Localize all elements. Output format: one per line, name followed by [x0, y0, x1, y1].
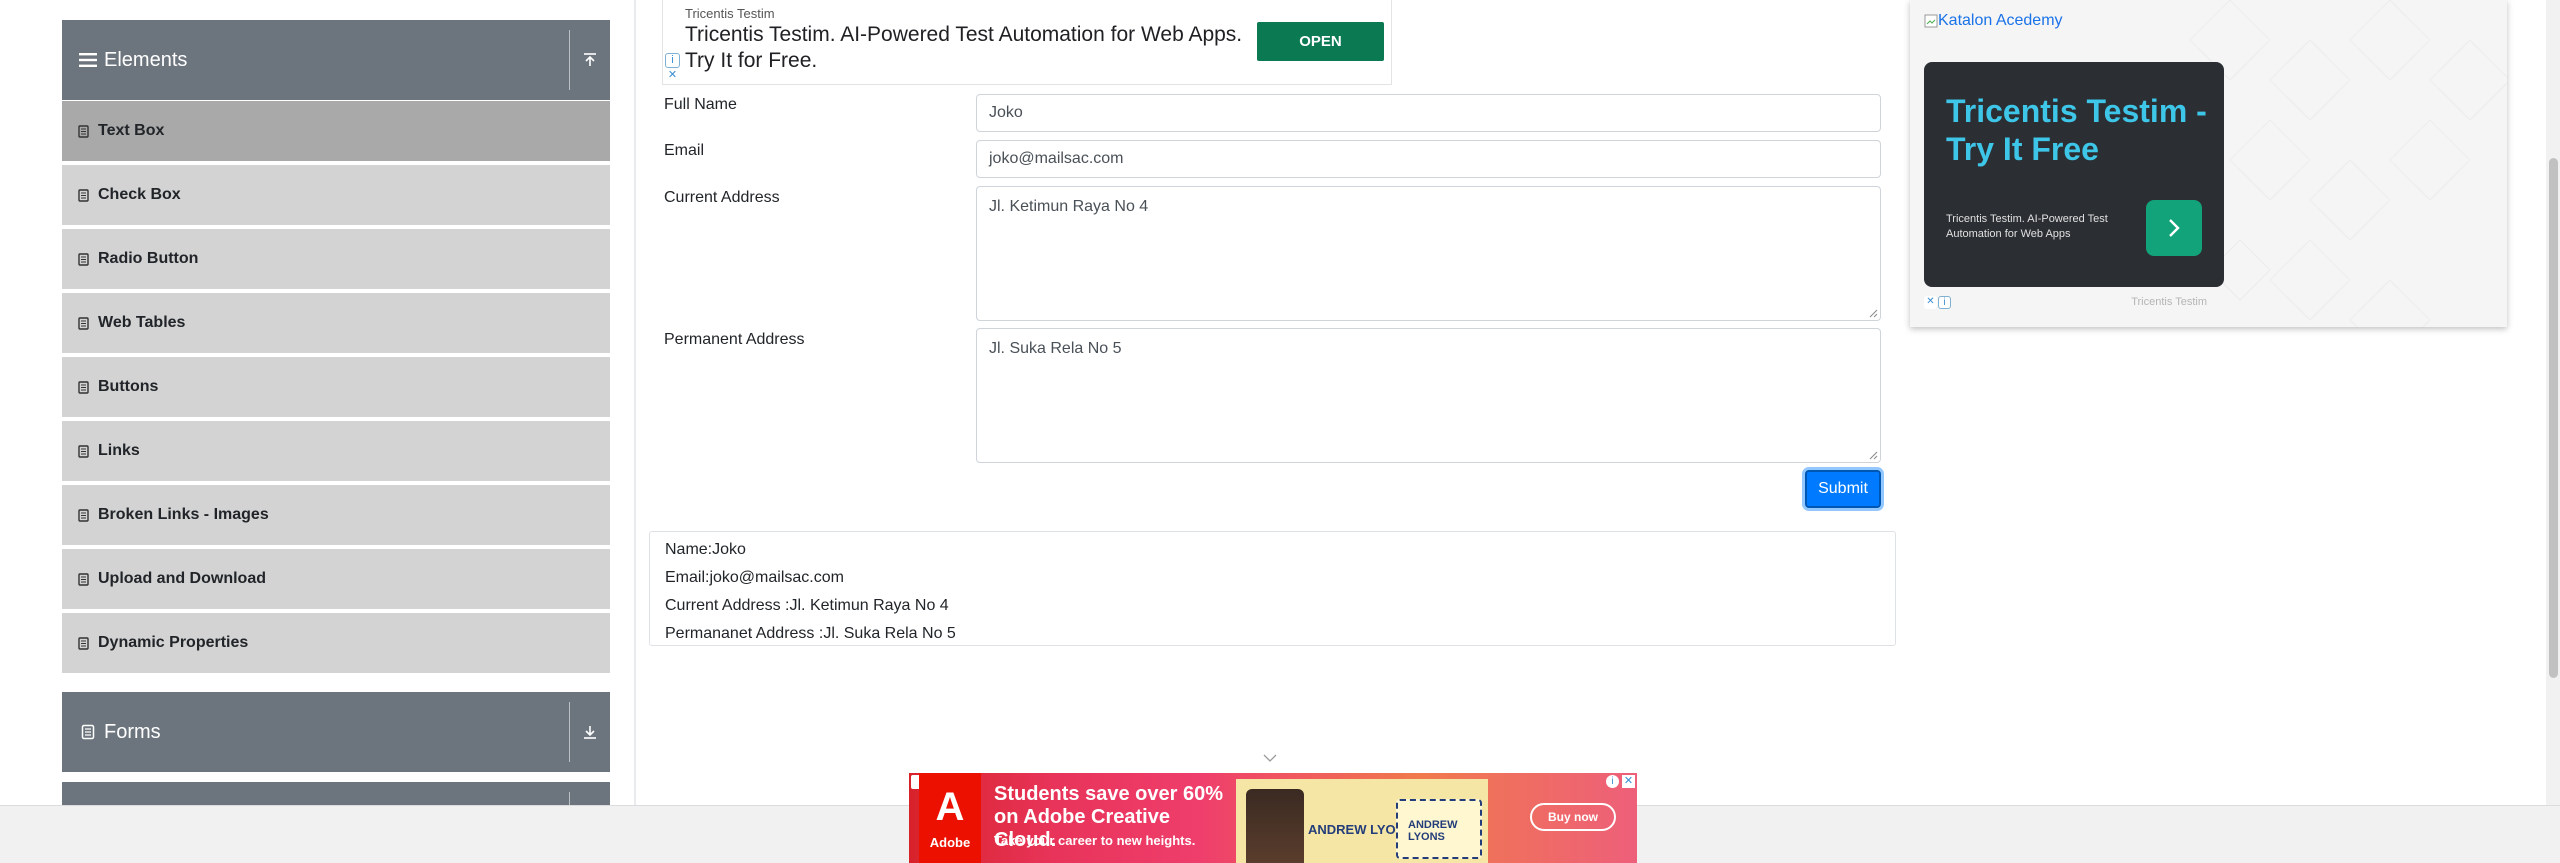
sidebar-item-check-box[interactable]: Check Box: [62, 165, 610, 225]
ad-brand: Tricentis Testim: [685, 6, 775, 21]
forms-group-label: Forms: [104, 720, 161, 743]
sidebar-item-text-box[interactable]: Text Box: [62, 101, 610, 161]
file-icon: [78, 188, 90, 202]
elements-menu: Text Box Check Box Radio Button Web Tabl…: [62, 101, 610, 677]
ad-card-description: Tricentis Testim. AI-Powered Test Automa…: [1946, 213, 2108, 240]
full-name-input[interactable]: Joko: [976, 94, 1881, 132]
ad-close-icon[interactable]: ✕: [1924, 296, 1937, 309]
output-email: Email:joko@mailsac.com: [665, 569, 844, 586]
bottom-ad-subline: Take your career to new heights.: [994, 833, 1196, 848]
file-icon: [78, 508, 90, 522]
sidebar-item-label: Check Box: [98, 186, 181, 203]
output-name: Name:Joko: [665, 541, 746, 558]
current-address-label: Current Address: [664, 189, 780, 206]
promo-card-name: ANDREW LYONS: [1408, 819, 1458, 843]
sidebar-item-dynamic-properties[interactable]: Dynamic Properties: [62, 613, 610, 673]
sidebar-divider: [634, 0, 636, 805]
chevron-right-icon[interactable]: [2146, 200, 2202, 256]
file-icon: [78, 572, 90, 586]
promo-card: ANDREW LYONS: [1396, 799, 1482, 859]
output-panel: Name:Joko Email:joko@mailsac.com Current…: [649, 531, 1896, 646]
file-icon: [78, 316, 90, 330]
sidebar-item-label: Dynamic Properties: [98, 634, 249, 651]
sidebar-item-label: Upload and Download: [98, 570, 266, 587]
elements-group-header[interactable]: Elements: [62, 20, 610, 100]
hamburger-icon: [78, 50, 98, 70]
ad-text[interactable]: Tricentis Testim. AI-Powered Test Automa…: [685, 22, 1245, 74]
file-icon: [78, 252, 90, 266]
permanent-address-textarea[interactable]: Jl. Suka Rela No 5: [976, 328, 1881, 463]
chevron-down-icon[interactable]: [1263, 754, 1277, 762]
sidebar-item-label: Web Tables: [98, 314, 186, 331]
sidebar-item-label: Text Box: [98, 122, 165, 139]
adchoices-info-icon[interactable]: i: [1938, 296, 1951, 309]
elements-group-label: Elements: [104, 48, 188, 71]
sidebar-item-web-tables[interactable]: Web Tables: [62, 293, 610, 353]
adobe-logo-text: Adobe: [929, 834, 971, 850]
broken-image-icon: [1924, 14, 1938, 28]
resize-handle-icon[interactable]: [1868, 450, 1878, 460]
ad-footer-brand: Tricentis Testim: [2131, 296, 2207, 308]
ad-open-button[interactable]: OPEN: [1257, 22, 1384, 61]
sidebar-item-broken-links-images[interactable]: Broken Links - Images: [62, 485, 610, 545]
right-advertisement[interactable]: Katalon Acedemy Tricentis Testim - Try I…: [1910, 0, 2507, 327]
file-icon: [78, 124, 90, 138]
avatar: [1246, 789, 1304, 863]
sidebar-item-label: Links: [98, 442, 140, 459]
adchoices-info-icon[interactable]: i: [665, 53, 680, 68]
scrollbar-thumb[interactable]: [2549, 158, 2558, 678]
ad-card[interactable]: Tricentis Testim - Try It Free Tricentis…: [1924, 62, 2224, 287]
buy-now-button[interactable]: Buy now: [1530, 803, 1616, 831]
adobe-logo: A Adobe: [919, 773, 981, 863]
email-label: Email: [664, 142, 705, 159]
bottom-ad-promo-image: ANDREW LYONS ANDREW LYONS: [1236, 779, 1488, 863]
page: Elements Text Box Check Box Radio Button…: [0, 0, 2560, 863]
file-icon: [78, 380, 90, 394]
ad-close-icon[interactable]: ✕: [1622, 775, 1635, 788]
sidebar-item-label: Radio Button: [98, 250, 199, 267]
output-current-address: Current Address :Jl. Ketimun Raya No 4: [665, 597, 949, 614]
current-address-textarea[interactable]: Jl. Ketimun Raya No 4: [976, 186, 1881, 321]
sidebar-item-label: Buttons: [98, 378, 159, 395]
adchoices-info-icon[interactable]: i: [1606, 775, 1619, 788]
sidebar-item-links[interactable]: Links: [62, 421, 610, 481]
resize-handle-icon[interactable]: [1868, 308, 1878, 318]
permanent-address-label: Permanent Address: [664, 331, 805, 348]
full-name-label: Full Name: [664, 96, 737, 113]
sidebar-item-upload-and-download[interactable]: Upload and Download: [62, 549, 610, 609]
bottom-advertisement[interactable]: A Adobe Students save over 60% on Adobe …: [909, 773, 1637, 863]
top-advertisement[interactable]: Tricentis Testim Tricentis Testim. AI-Po…: [662, 0, 1392, 85]
current-address-value: Jl. Ketimun Raya No 4: [989, 198, 1149, 215]
permanent-address-value: Jl. Suka Rela No 5: [989, 340, 1122, 357]
file-icon: [78, 444, 90, 458]
broken-image-link[interactable]: Katalon Acedemy: [1924, 12, 2063, 30]
broken-image-alt-text: Katalon Acedemy: [1938, 12, 2063, 29]
expand-down-icon[interactable]: [570, 692, 610, 772]
document-icon: [78, 722, 98, 742]
sidebar-item-buttons[interactable]: Buttons: [62, 357, 610, 417]
output-permanent-address: Permananet Address :Jl. Suka Rela No 5: [665, 625, 956, 642]
sidebar-item-radio-button[interactable]: Radio Button: [62, 229, 610, 289]
ad-card-title: Tricentis Testim - Try It Free: [1946, 93, 2207, 167]
submit-button[interactable]: Submit: [1805, 470, 1881, 508]
collapse-up-icon[interactable]: [570, 20, 610, 100]
ad-close-icon[interactable]: ✕: [665, 69, 680, 84]
sidebar-item-label: Broken Links - Images: [98, 506, 269, 523]
file-icon: [78, 636, 90, 650]
email-input[interactable]: joko@mailsac.com: [976, 140, 1881, 178]
forms-group-header[interactable]: Forms: [62, 692, 610, 772]
